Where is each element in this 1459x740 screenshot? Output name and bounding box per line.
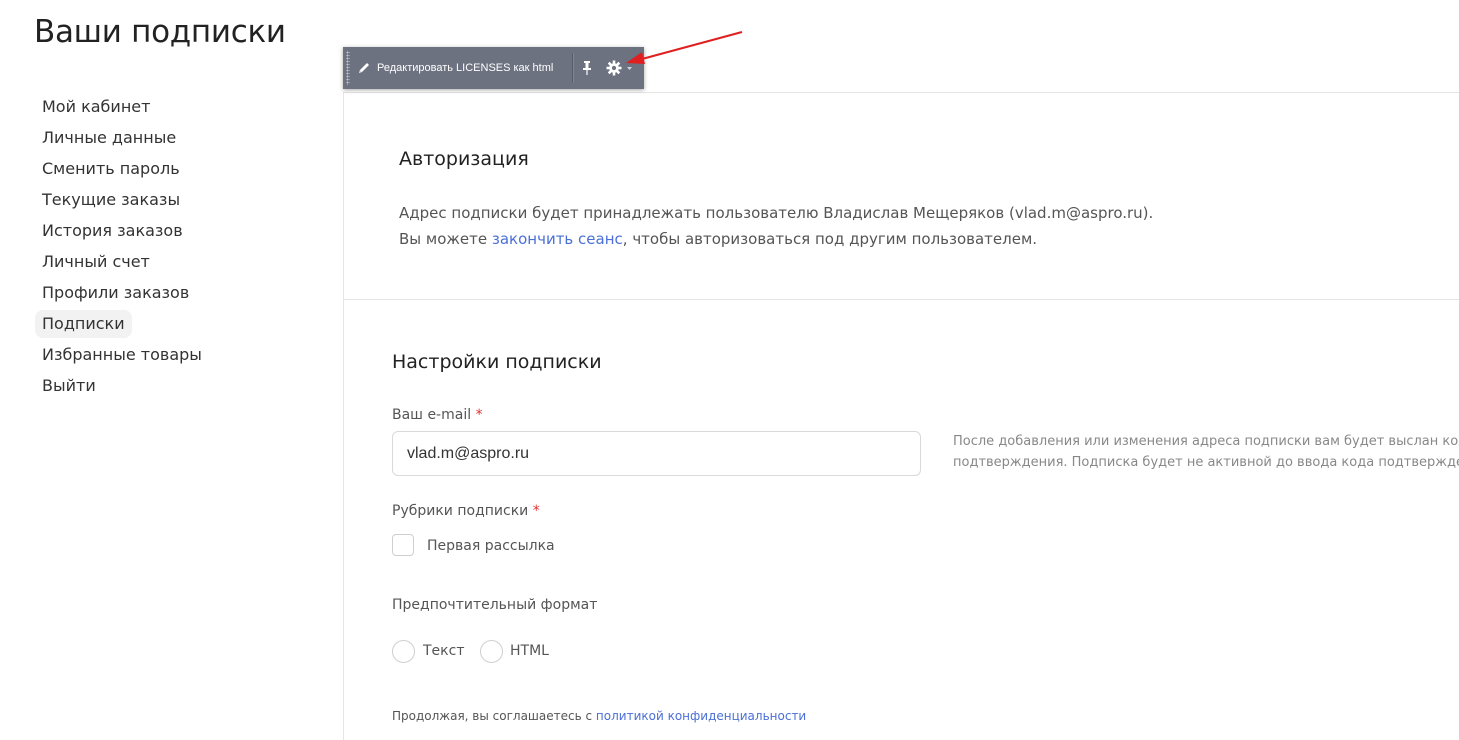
- format-text-radio[interactable]: [392, 640, 415, 663]
- policy-prefix: Продолжая, вы соглашаетесь с: [392, 709, 596, 723]
- email-label-text: Ваш e-mail: [392, 407, 472, 423]
- policy-notice: Продолжая, вы соглашаетесь с политикой к…: [392, 709, 806, 723]
- format-html-label[interactable]: HTML: [510, 643, 549, 659]
- pencil-icon: [359, 63, 369, 73]
- page-title: Ваши подписки: [34, 14, 286, 50]
- rubrics-label-text: Рубрики подписки: [392, 503, 529, 519]
- edit-toolbar: Редактировать LICENSES как html: [343, 47, 644, 89]
- sidebar-nav: Мой кабинет Личные данные Сменить пароль…: [34, 91, 324, 401]
- auth-logout-line: Вы можете закончить сеанс, чтобы авториз…: [399, 226, 1153, 252]
- drag-handle[interactable]: [346, 51, 350, 85]
- format-text-label[interactable]: Текст: [423, 643, 464, 659]
- email-input[interactable]: [392, 431, 921, 476]
- required-mark: *: [475, 407, 483, 423]
- auth-line2-suffix: , чтобы авторизоваться под другим пользо…: [622, 230, 1038, 248]
- email-hint: После добавления или изменения адреса по…: [953, 431, 1459, 473]
- email-hint-line2: подтверждения. Подписка будет не активно…: [953, 455, 1459, 470]
- toolbar-divider: [572, 53, 574, 83]
- sidebar-item-personal-data[interactable]: Личные данные: [34, 122, 324, 153]
- required-mark: *: [532, 503, 540, 519]
- sidebar-item-personal-account[interactable]: Личный счет: [34, 246, 324, 277]
- edit-html-label: Редактировать LICENSES как html: [377, 62, 554, 74]
- email-label: Ваш e-mail *: [392, 407, 483, 423]
- email-hint-line1: После добавления или изменения адреса по…: [953, 434, 1459, 449]
- sidebar-item-subscriptions[interactable]: Подписки: [35, 310, 132, 338]
- privacy-policy-link[interactable]: политикой конфиденциальности: [596, 709, 806, 723]
- auth-line2-prefix: Вы можете: [399, 230, 492, 248]
- rubrics-label: Рубрики подписки *: [392, 503, 540, 519]
- main-content: Авторизация Адрес подписки будет принадл…: [343, 92, 1459, 740]
- sidebar-item-logout[interactable]: Выйти: [34, 370, 324, 401]
- settings-title: Настройки подписки: [392, 351, 602, 373]
- sidebar-item-favorites[interactable]: Избранные товары: [34, 339, 324, 370]
- annotation-arrow-icon: [626, 30, 743, 64]
- sidebar-item-order-profiles[interactable]: Профили заказов: [34, 277, 324, 308]
- pin-icon[interactable]: [581, 60, 593, 76]
- sidebar-item-order-history[interactable]: История заказов: [34, 215, 324, 246]
- auth-user-line: Адрес подписки будет принадлежать пользо…: [399, 204, 1154, 222]
- auth-title: Авторизация: [399, 148, 529, 170]
- auth-text: Адрес подписки будет принадлежать пользо…: [399, 200, 1153, 252]
- rubric-option-label[interactable]: Первая рассылка: [427, 538, 555, 554]
- rubric-checkbox[interactable]: [392, 534, 414, 556]
- format-label: Предпочтительный формат: [392, 597, 598, 613]
- edit-html-button[interactable]: Редактировать LICENSES как html: [357, 47, 553, 89]
- sidebar-item-my-cabinet[interactable]: Мой кабинет: [34, 91, 324, 122]
- auth-section: Авторизация Адрес подписки будет принадл…: [344, 93, 1459, 300]
- sidebar-item-change-password[interactable]: Сменить пароль: [34, 153, 324, 184]
- format-html-radio[interactable]: [480, 640, 503, 663]
- sidebar-item-current-orders[interactable]: Текущие заказы: [34, 184, 324, 215]
- end-session-link[interactable]: закончить сеанс: [492, 230, 623, 248]
